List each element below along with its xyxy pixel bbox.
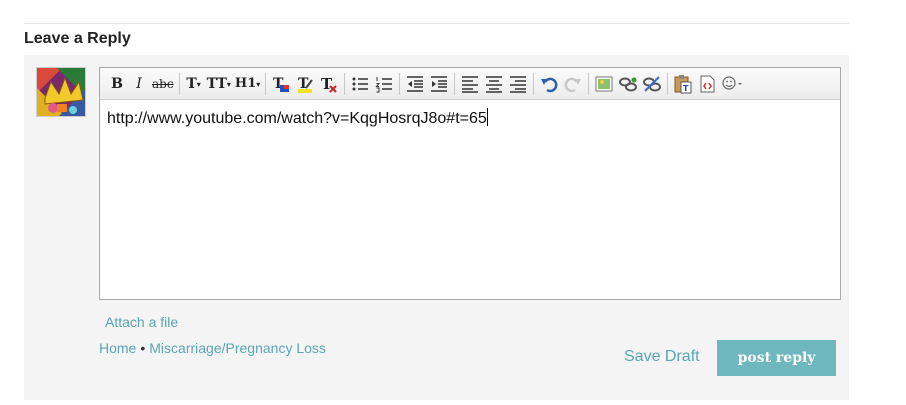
heading-label: H1 <box>234 76 257 91</box>
breadcrumb-forum[interactable]: Miscarriage/Pregnancy Loss <box>149 340 326 356</box>
html-source-button[interactable] <box>695 72 719 96</box>
chevron-down-icon: ▾ <box>196 78 201 89</box>
reply-editor: B I abc T ▾ TT ▾ H1 ▾ T T T T http://www… <box>99 67 841 300</box>
avatar <box>36 67 86 117</box>
strikethrough-label: abc <box>152 76 174 91</box>
emoji-icon <box>722 75 743 90</box>
breadcrumb-separator: • <box>140 340 146 356</box>
text-color-icon: T <box>273 76 290 92</box>
toolbar-separator <box>399 72 401 95</box>
text-caret <box>486 108 488 126</box>
highlight-icon: T <box>298 76 314 93</box>
breadcrumb: Home • Miscarriage/Pregnancy Loss <box>99 340 326 356</box>
remove-format-icon: T <box>321 75 337 93</box>
toolbar-separator <box>344 72 346 95</box>
remove-format-button[interactable]: T <box>317 72 341 96</box>
toolbar-separator <box>178 72 180 95</box>
image-icon <box>595 76 613 91</box>
align-left-button[interactable] <box>458 72 482 96</box>
chevron-down-icon: ▾ <box>256 78 261 89</box>
bold-button[interactable]: B <box>106 72 128 96</box>
font-family-button[interactable]: TT ▾ <box>205 72 233 96</box>
toolbar-separator <box>588 72 590 95</box>
save-draft-link[interactable]: Save Draft <box>624 348 700 366</box>
svg-text:T: T <box>683 84 689 93</box>
clipboard-icon: T <box>674 74 692 93</box>
attach-file-link[interactable]: Attach a file <box>105 314 178 330</box>
italic-label: I <box>136 75 142 92</box>
insert-image-button[interactable] <box>592 72 616 96</box>
svg-text:T: T <box>298 76 309 92</box>
paste-word-button[interactable]: T <box>671 72 695 96</box>
numbered-list-icon <box>375 76 393 92</box>
post-reply-button[interactable]: post reply <box>717 340 836 376</box>
toolbar-separator <box>454 72 456 95</box>
bullet-list-button[interactable] <box>348 72 372 96</box>
link-icon <box>619 77 638 91</box>
indent-icon <box>431 75 448 92</box>
unlink-icon <box>643 75 662 92</box>
indent-button[interactable] <box>427 72 451 96</box>
font-family-label: TT <box>206 75 227 92</box>
editor-content[interactable]: http://www.youtube.com/watch?v=KqgHosrqJ… <box>100 100 840 137</box>
bullet-list-icon <box>352 77 369 90</box>
align-left-icon <box>462 75 479 93</box>
toolbar-separator <box>667 72 669 95</box>
undo-button[interactable] <box>537 72 561 96</box>
highlight-button[interactable]: T <box>293 72 317 96</box>
outdent-icon <box>407 75 424 92</box>
section-heading: Leave a Reply <box>24 30 131 47</box>
text-color-button[interactable]: T <box>269 72 293 96</box>
avatar-image <box>37 68 85 116</box>
insert-link-button[interactable] <box>616 72 640 96</box>
font-size-button[interactable]: T ▾ <box>183 72 205 96</box>
emoji-button[interactable] <box>719 72 747 96</box>
editor-toolbar: B I abc T ▾ TT ▾ H1 ▾ T T T T <box>100 68 840 100</box>
numbered-list-button[interactable] <box>372 72 396 96</box>
chevron-down-icon: ▾ <box>226 78 231 89</box>
code-icon <box>700 75 715 92</box>
toolbar-separator <box>533 72 535 95</box>
toolbar-separator <box>265 72 267 95</box>
undo-icon <box>541 77 558 92</box>
bold-label: B <box>111 75 123 92</box>
align-center-icon <box>486 75 503 93</box>
breadcrumb-home[interactable]: Home <box>99 340 136 356</box>
heading-button[interactable]: H1 ▾ <box>233 72 262 96</box>
align-center-button[interactable] <box>482 72 506 96</box>
outdent-button[interactable] <box>403 72 427 96</box>
redo-icon <box>564 77 582 92</box>
unlink-button[interactable] <box>640 72 664 96</box>
editor-text: http://www.youtube.com/watch?v=KqgHosrqJ… <box>107 110 487 127</box>
redo-button[interactable] <box>561 72 585 96</box>
font-size-label: T <box>186 75 197 92</box>
top-divider <box>24 23 849 24</box>
italic-button[interactable]: I <box>128 72 150 96</box>
strikethrough-button[interactable]: abc <box>150 72 176 96</box>
align-right-button[interactable] <box>506 72 530 96</box>
align-right-icon <box>510 75 527 93</box>
